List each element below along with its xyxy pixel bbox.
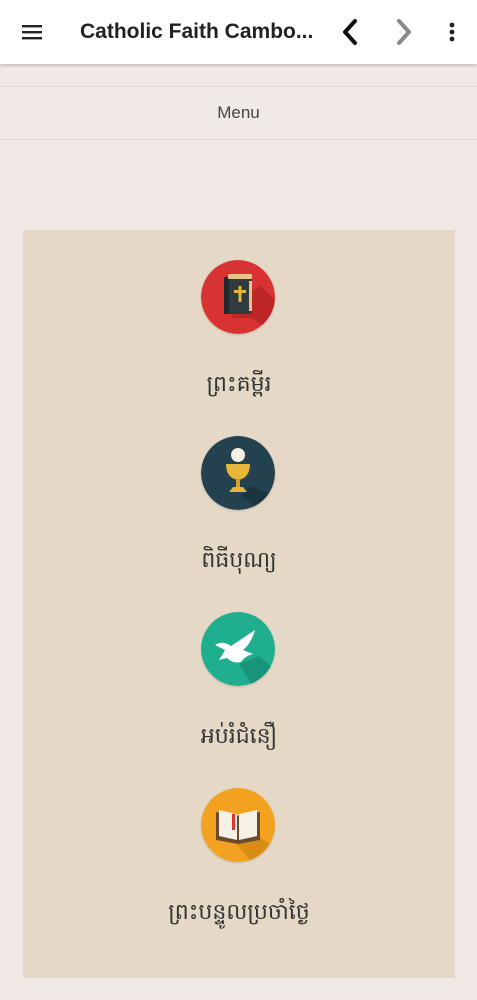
menu-header: Menu xyxy=(0,86,477,140)
menu-item-label: ពិធីបុណ្យ xyxy=(201,548,277,573)
bible-icon xyxy=(201,260,275,334)
menu-header-label: Menu xyxy=(217,103,260,122)
app-title: Catholic Faith Cambo... xyxy=(80,20,314,43)
menu-item-bible[interactable]: ព្រះគម្ពីរ xyxy=(23,230,455,400)
open-book-icon xyxy=(201,788,275,862)
more-vert-icon[interactable] xyxy=(430,0,474,64)
menu-icon[interactable] xyxy=(8,0,56,64)
forward-icon[interactable] xyxy=(380,0,428,64)
menu-item-label: ព្រះគម្ពីរ xyxy=(206,372,272,397)
dove-icon xyxy=(201,612,275,686)
menu-item-daily-word[interactable]: ព្រះបន្ទូលប្រចាំថ្ងៃ xyxy=(23,758,455,928)
menu-item-faith-education[interactable]: អប់រំជំនឿ xyxy=(23,582,455,752)
chalice-icon xyxy=(201,436,275,510)
menu-item-label: អប់រំជំនឿ xyxy=(200,724,278,749)
menu-item-label: ព្រះបន្ទូលប្រចាំថ្ងៃ xyxy=(168,900,310,925)
app-bar: Catholic Faith Cambo... xyxy=(0,0,477,64)
back-icon[interactable] xyxy=(326,0,374,64)
menu-item-liturgy[interactable]: ពិធីបុណ្យ xyxy=(23,406,455,576)
menu-panel: ព្រះគម្ពីរ ពិធីបុណ្យ អប់រំជំនឿ ព្រះបន្ទូ… xyxy=(23,230,455,978)
